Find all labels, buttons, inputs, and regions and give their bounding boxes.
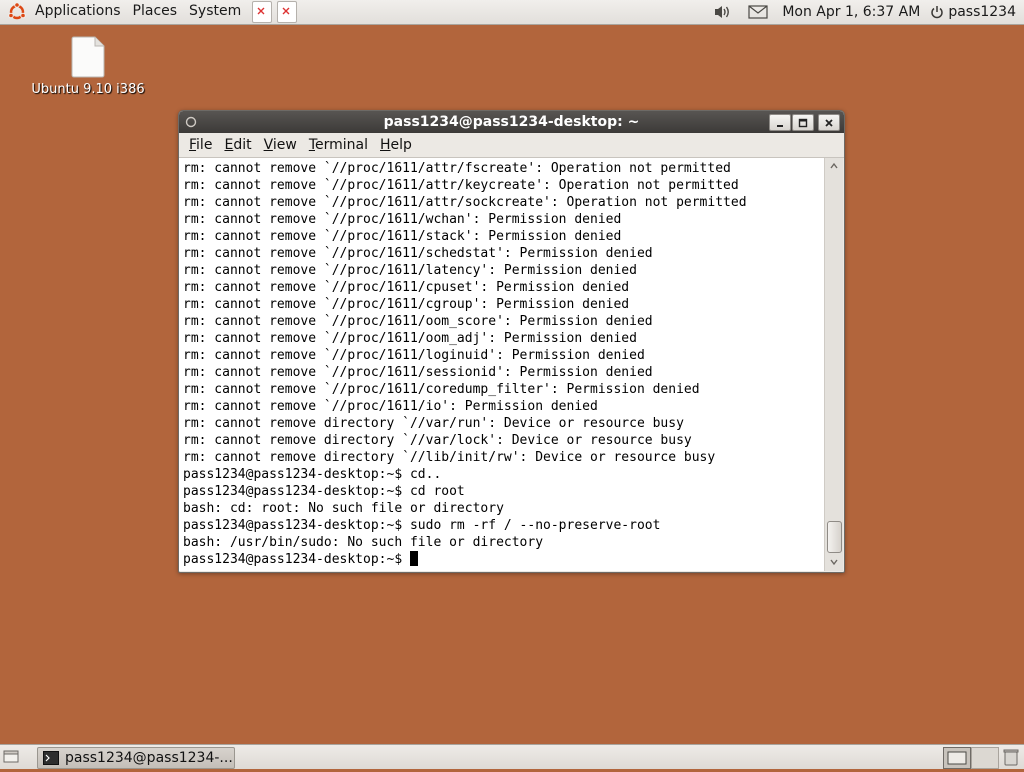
minimize-icon — [777, 124, 783, 127]
places-menu[interactable]: Places — [127, 0, 184, 24]
terminal-line: bash: /usr/bin/sudo: No such file or dir… — [183, 535, 544, 550]
top-panel: Applications Places System Mon Apr 1, 6:… — [0, 0, 1024, 25]
window-title: pass1234@pass1234-desktop: ~ — [383, 114, 640, 130]
ubuntu-logo-icon[interactable] — [7, 2, 27, 22]
workspace-window-icon — [947, 751, 967, 765]
terminal-line: pass1234@pass1234-desktop:~$ cd root — [183, 484, 465, 499]
menu-file-rest: ile — [196, 137, 213, 153]
terminal-line: rm: cannot remove `//proc/1611/latency':… — [183, 263, 637, 278]
mail-icon[interactable] — [748, 5, 768, 19]
terminal-line: rm: cannot remove `//proc/1611/coredump_… — [183, 382, 700, 397]
menu-help[interactable]: Help — [374, 133, 418, 157]
terminal-window: pass1234@pass1234-desktop: ~ File Edit V… — [178, 110, 845, 573]
terminal-line: rm: cannot remove `//proc/1611/stack': P… — [183, 229, 622, 244]
scroll-up-icon[interactable] — [829, 161, 839, 171]
terminal-prompt-line: pass1234@pass1234-desktop:~$ — [183, 551, 824, 568]
terminal-line: rm: cannot remove directory `//var/run':… — [183, 416, 684, 431]
menu-file[interactable]: File — [183, 133, 218, 157]
terminal-line: rm: cannot remove directory `//var/lock'… — [183, 433, 692, 448]
terminal-line: rm: cannot remove `//proc/1611/io': Perm… — [183, 399, 598, 414]
close-icon — [825, 118, 833, 127]
terminal-line: pass1234@pass1234-desktop:~$ sudo rm -rf… — [183, 518, 661, 533]
desktop-icon-ubuntu[interactable]: Ubuntu 9.10 i386 — [28, 36, 148, 97]
user-menu[interactable]: pass1234 — [930, 4, 1024, 20]
minimize-button[interactable] — [769, 114, 791, 131]
workspace-2[interactable] — [971, 747, 999, 769]
applications-menu[interactable]: Applications — [29, 0, 127, 24]
terminal-scrollbar[interactable] — [824, 158, 843, 571]
terminal-line: rm: cannot remove `//proc/1611/attr/keyc… — [183, 178, 739, 193]
clock[interactable]: Mon Apr 1, 6:37 AM — [778, 4, 930, 20]
menu-terminal[interactable]: Terminal — [303, 133, 374, 157]
launcher-icon[interactable] — [252, 1, 273, 23]
scroll-down-icon[interactable] — [829, 557, 839, 567]
terminal-line: rm: cannot remove `//proc/1611/oom_score… — [183, 314, 653, 329]
trash-icon[interactable] — [1003, 748, 1019, 766]
username-label: pass1234 — [948, 4, 1016, 20]
taskbar-terminal-label: pass1234@pass1234-... — [65, 750, 233, 766]
file-icon — [71, 36, 105, 78]
terminal-line: rm: cannot remove `//proc/1611/cgroup': … — [183, 297, 630, 312]
menu-edit[interactable]: Edit — [218, 133, 257, 157]
terminal-line: rm: cannot remove directory `//lib/init/… — [183, 450, 716, 465]
menu-view[interactable]: View — [258, 133, 303, 157]
terminal-line: rm: cannot remove `//proc/1611/cpuset': … — [183, 280, 630, 295]
terminal-icon — [43, 751, 59, 765]
text-cursor — [409, 551, 418, 566]
terminal-menubar: File Edit View Terminal Help — [179, 133, 844, 158]
bottom-panel: pass1234@pass1234-... — [0, 744, 1024, 769]
terminal-line: rm: cannot remove `//proc/1611/wchan': P… — [183, 212, 622, 227]
terminal-text: rm: cannot remove `//proc/1611/attr/fscr… — [179, 158, 824, 568]
terminal-output[interactable]: rm: cannot remove `//proc/1611/attr/fscr… — [179, 158, 824, 571]
scrollbar-thumb[interactable] — [827, 521, 842, 553]
terminal-line: bash: cd: root: No such file or director… — [183, 501, 504, 516]
launcher-icon[interactable] — [277, 1, 298, 23]
terminal-line: pass1234@pass1234-desktop:~$ cd.. — [183, 467, 442, 482]
show-desktop-icon[interactable] — [3, 748, 19, 764]
terminal-line: rm: cannot remove `//proc/1611/schedstat… — [183, 246, 653, 261]
terminal-line: rm: cannot remove `//proc/1611/sessionid… — [183, 365, 653, 380]
maximize-icon — [798, 118, 808, 127]
system-menu[interactable]: System — [183, 0, 247, 24]
desktop-icon-label: Ubuntu 9.10 i386 — [31, 82, 145, 97]
terminal-line: rm: cannot remove `//proc/1611/loginuid'… — [183, 348, 645, 363]
terminal-line: rm: cannot remove `//proc/1611/oom_adj':… — [183, 331, 637, 346]
close-button[interactable] — [818, 114, 840, 131]
terminal-prompt: pass1234@pass1234-desktop:~$ — [183, 552, 410, 567]
volume-icon[interactable] — [714, 4, 732, 20]
terminal-line: rm: cannot remove `//proc/1611/attr/fscr… — [183, 161, 731, 176]
maximize-button[interactable] — [792, 114, 814, 131]
workspace-1[interactable] — [943, 747, 971, 769]
power-icon — [931, 6, 944, 19]
taskbar-terminal-button[interactable]: pass1234@pass1234-... — [37, 747, 235, 769]
terminal-line: rm: cannot remove `//proc/1611/attr/sock… — [183, 195, 747, 210]
window-titlebar[interactable]: pass1234@pass1234-desktop: ~ — [179, 111, 844, 133]
